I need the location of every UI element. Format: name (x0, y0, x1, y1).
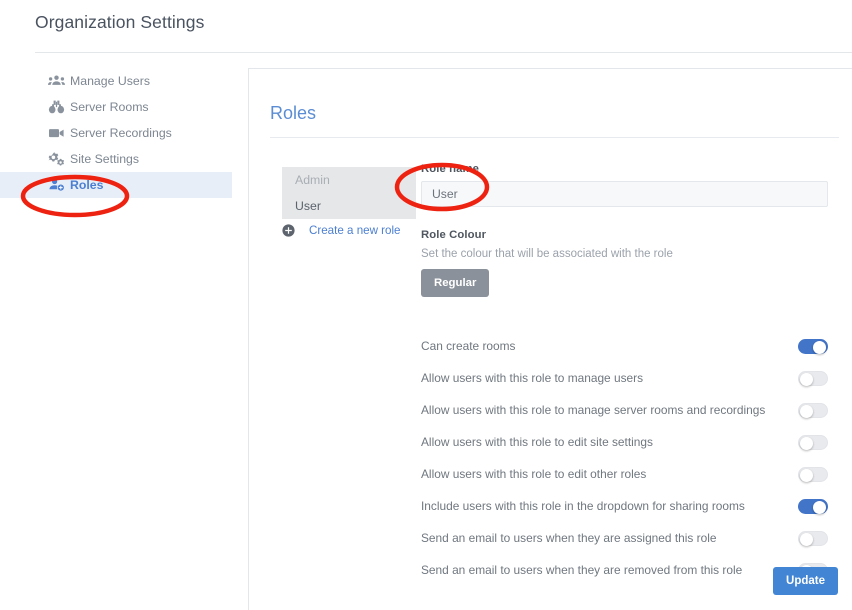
role-name-label: Role name (421, 163, 480, 175)
toggle-knob (813, 340, 826, 354)
permission-toggle-manage-server-rooms[interactable] (798, 402, 828, 418)
sidebar-item-server-recordings[interactable]: Server Recordings (0, 120, 232, 146)
permission-toggle-manage-users[interactable] (798, 370, 828, 386)
permission-label: Can create rooms (421, 339, 516, 353)
permission-row: Allow users with this role to edit other… (421, 458, 828, 490)
toggle-knob (800, 436, 813, 450)
permission-row: Allow users with this role to edit site … (421, 426, 828, 458)
create-new-role-label: Create a new role (309, 224, 401, 237)
role-colour-button[interactable]: Regular (421, 269, 490, 297)
header-divider (35, 52, 852, 53)
role-list: Admin User (282, 167, 416, 219)
permission-toggle-edit-site-settings[interactable] (798, 434, 828, 450)
toggle-knob (800, 404, 813, 418)
user-add-icon (48, 177, 65, 194)
permission-label: Allow users with this role to manage use… (421, 371, 644, 385)
permission-label: Allow users with this role to edit other… (421, 467, 647, 481)
toggle-knob (800, 468, 813, 482)
sidebar-item-site-settings[interactable]: Site Settings (0, 146, 232, 172)
toggle-knob (800, 532, 813, 546)
roles-content-panel: Roles Admin User Create a new role Role … (248, 68, 852, 610)
role-colour-label: Role Colour (421, 229, 487, 241)
page-header: Organization Settings (0, 0, 852, 53)
role-colour-description: Set the colour that will be associated w… (421, 248, 673, 260)
role-name-input[interactable] (421, 181, 828, 207)
settings-sidebar: Manage Users Server Rooms Server Recordi… (0, 68, 232, 198)
permission-label: Include users with this role in the drop… (421, 499, 745, 513)
sidebar-item-roles[interactable]: Roles (0, 172, 232, 198)
permission-row: Include users with this role in the drop… (421, 490, 828, 522)
page-title: Organization Settings (35, 12, 205, 32)
create-new-role-button[interactable]: Create a new role (282, 224, 401, 237)
permission-toggle-edit-other-roles[interactable] (798, 466, 828, 482)
permission-row: Allow users with this role to manage use… (421, 362, 828, 394)
panel-title: Roles (270, 103, 317, 123)
role-colour-section: Role Colour Set the colour that will be … (421, 229, 831, 297)
users-group-icon (48, 73, 65, 90)
permission-label: Send an email to users when they are rem… (421, 563, 743, 577)
panel-divider (270, 137, 839, 138)
permission-label: Send an email to users when they are ass… (421, 531, 717, 545)
video-camera-icon (48, 125, 65, 142)
organization-settings-page: Organization Settings Manage Users Serve… (0, 0, 852, 610)
toggle-knob (800, 372, 813, 386)
permission-label: Allow users with this role to edit site … (421, 435, 653, 449)
permission-row: Send an email to users when they are rem… (421, 554, 828, 586)
permission-toggle-include-in-sharing-dropdown[interactable] (798, 498, 828, 514)
permission-row: Can create rooms (421, 330, 828, 362)
role-list-item-user[interactable]: User (282, 193, 416, 219)
gears-icon (48, 151, 65, 168)
permission-toggle-can-create-rooms[interactable] (798, 338, 828, 354)
permissions-list: Can create rooms Allow users with this r… (421, 330, 828, 586)
sidebar-item-label: Server Recordings (70, 126, 172, 140)
permission-row: Send an email to users when they are ass… (421, 522, 828, 554)
permission-toggle-email-on-assign[interactable] (798, 530, 828, 546)
permission-row: Allow users with this role to manage ser… (421, 394, 828, 426)
toggle-knob (813, 500, 826, 514)
update-button[interactable]: Update (773, 567, 838, 595)
sidebar-item-manage-users[interactable]: Manage Users (0, 68, 232, 94)
role-list-item-admin[interactable]: Admin (282, 167, 416, 193)
role-form: Role name Role Colour Set the colour tha… (421, 163, 831, 586)
binoculars-icon (48, 99, 65, 116)
permission-label: Allow users with this role to manage ser… (421, 403, 766, 417)
sidebar-item-server-rooms[interactable]: Server Rooms (0, 94, 232, 120)
circle-plus-icon (282, 224, 295, 237)
